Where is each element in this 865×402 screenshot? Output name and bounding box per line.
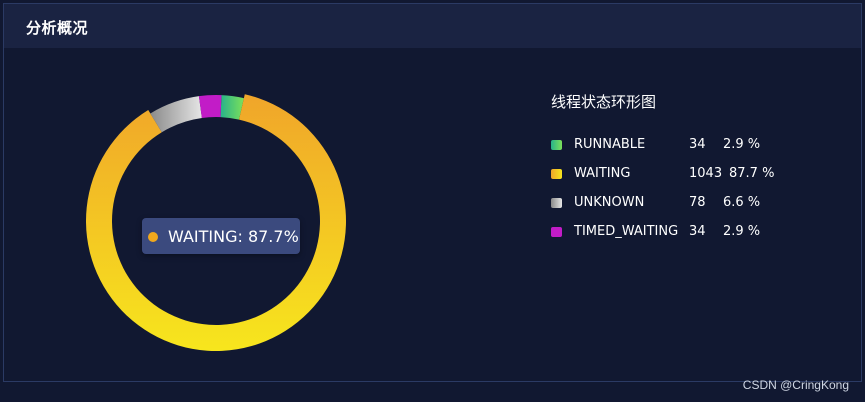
legend-value: 1043	[689, 166, 723, 181]
legend-value: 34	[689, 137, 706, 152]
legend-value: 34	[689, 224, 706, 239]
legend-percent: 2.9 %	[723, 224, 761, 239]
chart-tooltip: WAITING: 87.7%	[142, 218, 300, 254]
legend-label: WAITING	[574, 166, 631, 181]
watermark: CSDN @CringKong	[742, 378, 849, 392]
legend-swatch-icon	[551, 140, 562, 150]
legend-value: 78	[689, 195, 706, 210]
legend-title: 线程状态环形图	[551, 93, 657, 111]
legend-label: TIMED_WAITING	[574, 224, 679, 239]
tooltip-text: WAITING: 87.7%	[168, 227, 299, 246]
donut-slice-timed-waiting[interactable]	[198, 95, 222, 118]
legend-swatch-icon	[551, 198, 562, 208]
tooltip-dot-icon	[148, 232, 158, 242]
legend-label: RUNNABLE	[574, 137, 646, 152]
legend-label: UNKNOWN	[574, 195, 645, 210]
legend-percent: 2.9 %	[723, 137, 761, 152]
legend-percent: 6.6 %	[723, 195, 761, 210]
legend-percent: 87.7 %	[729, 166, 775, 181]
legend-swatch-icon	[551, 169, 562, 179]
legend-swatch-icon	[551, 227, 562, 237]
